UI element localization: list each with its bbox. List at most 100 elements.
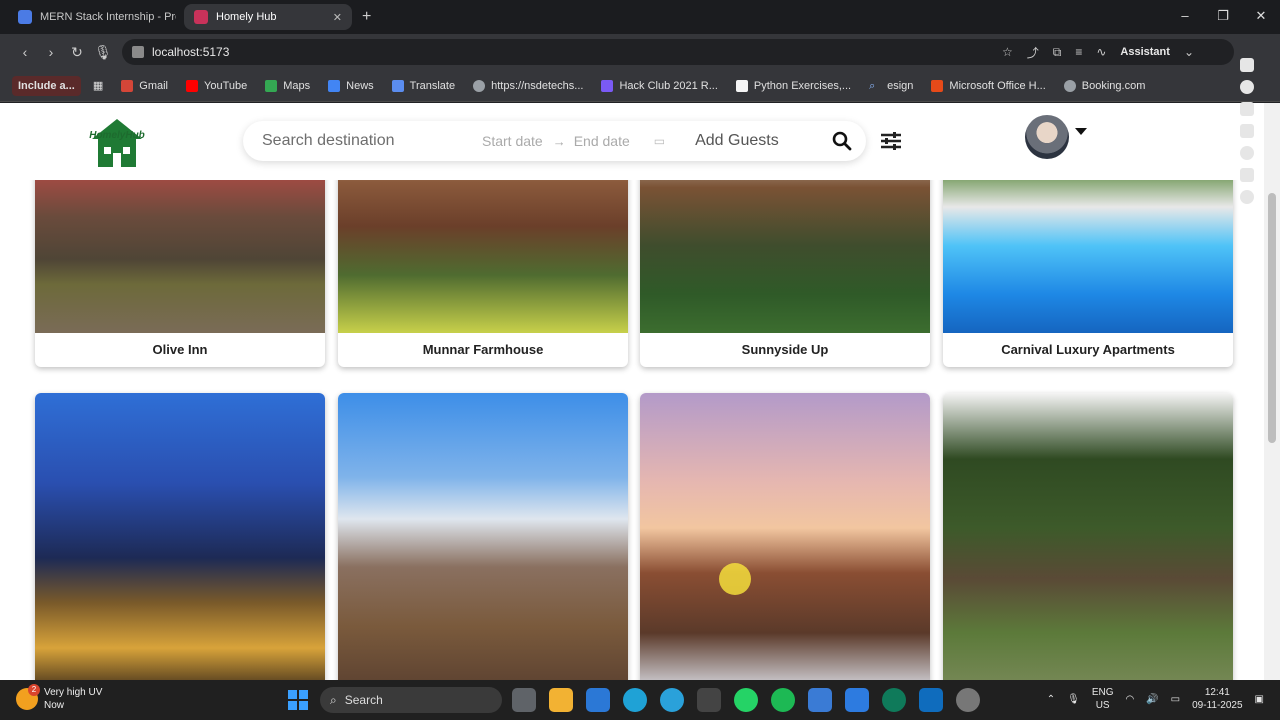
- tab-label: Homely Hub: [216, 11, 277, 23]
- microphone-icon[interactable]: 🎙: [1067, 694, 1080, 705]
- listing-card[interactable]: [35, 393, 325, 680]
- windows-start-icon[interactable]: [288, 690, 308, 710]
- share-icon[interactable]: ⤴: [1027, 44, 1039, 61]
- chevron-down-icon[interactable]: ⌄: [1184, 45, 1194, 59]
- destination-input[interactable]: Search destination: [262, 132, 482, 150]
- extensions-icon[interactable]: ⧉: [1053, 45, 1062, 60]
- notification-bell-icon[interactable]: ▣: [1255, 694, 1264, 705]
- spotify-icon[interactable]: [771, 688, 795, 712]
- listing-image: [640, 393, 930, 680]
- clock-date: 09-11-2025: [1192, 700, 1243, 711]
- bookmark-include[interactable]: Include a...: [12, 75, 81, 96]
- end-date-input[interactable]: End date: [574, 133, 630, 149]
- bookmark-microsoft-office[interactable]: Microsoft Office H...: [925, 79, 1051, 92]
- search-icon: ⌕: [330, 692, 337, 707]
- bookmark-label: YouTube: [204, 79, 248, 92]
- camera-icon[interactable]: [1240, 58, 1254, 72]
- maximize-icon[interactable]: ❐: [1204, 0, 1242, 34]
- bookmark-python-exercises[interactable]: Python Exercises,...: [730, 79, 857, 92]
- language-indicator[interactable]: ENG US: [1092, 686, 1114, 712]
- file-explorer-icon[interactable]: [549, 688, 573, 712]
- speaker-icon[interactable]: [1240, 124, 1254, 138]
- tuf-icon[interactable]: [697, 688, 721, 712]
- news-icon: [328, 79, 341, 92]
- chrome-canary-icon[interactable]: [808, 688, 832, 712]
- page-icon: [735, 79, 748, 92]
- bookmark-maps[interactable]: Maps: [259, 79, 316, 92]
- volume-icon[interactable]: 🔊: [1146, 694, 1158, 705]
- close-icon[interactable]: ✕: [333, 11, 342, 24]
- bookmarks-bar: Include a... ▦ Gmail YouTube Maps News T…: [0, 70, 1280, 102]
- minimize-icon[interactable]: –: [1166, 0, 1204, 34]
- microphone-icon[interactable]: 🎙: [90, 44, 116, 61]
- audio-wave-icon[interactable]: ∿: [1096, 45, 1106, 59]
- forward-icon[interactable]: ›: [38, 44, 64, 60]
- bookmark-label: Python Exercises,...: [753, 79, 852, 92]
- tab-homely-hub[interactable]: Homely Hub ✕: [184, 4, 352, 30]
- listing-title: Munnar Farmhouse: [422, 342, 544, 357]
- bookmark-esign[interactable]: ⌕ esign: [863, 80, 919, 92]
- bookmark-translate[interactable]: Translate: [386, 79, 461, 92]
- logo-text: HomelyHub: [89, 130, 145, 141]
- listing-card[interactable]: [640, 393, 930, 680]
- maps-pin-icon[interactable]: [882, 688, 906, 712]
- new-tab-plus-icon[interactable]: +: [362, 8, 371, 26]
- record-icon[interactable]: [1240, 80, 1254, 94]
- window-close-icon[interactable]: ✕: [1242, 0, 1280, 34]
- avatar[interactable]: [1025, 115, 1069, 159]
- homelyhub-logo[interactable]: HomelyHub: [86, 117, 148, 169]
- notepad-icon[interactable]: [845, 688, 869, 712]
- store-icon[interactable]: [586, 688, 610, 712]
- menu-lines-icon[interactable]: ≡: [1075, 45, 1082, 59]
- bookmark-label: Maps: [283, 79, 311, 92]
- microphone-icon[interactable]: [1240, 102, 1254, 116]
- bookmark-youtube[interactable]: YouTube: [180, 79, 253, 92]
- bookmark-label: News: [346, 79, 374, 92]
- bookmark-hackclub[interactable]: Hack Club 2021 R...: [595, 79, 723, 92]
- bookmark-star-icon[interactable]: ☆: [1002, 45, 1013, 59]
- bookmark-booking[interactable]: Booking.com: [1058, 79, 1152, 92]
- weather-widget[interactable]: 2 Very high UV Now: [16, 684, 103, 712]
- assistant-button[interactable]: Assistant: [1120, 46, 1170, 58]
- weather-title: Very high UV: [44, 687, 103, 698]
- listing-card[interactable]: [943, 393, 1233, 680]
- scrollbar-thumb[interactable]: [1268, 193, 1276, 443]
- apps-grid-icon[interactable]: ▦: [87, 79, 109, 92]
- webcam-icon[interactable]: [1240, 146, 1254, 160]
- whatsapp-icon[interactable]: [734, 688, 758, 712]
- chevron-up-icon[interactable]: ⌃: [1047, 694, 1055, 705]
- listing-card[interactable]: [338, 393, 628, 680]
- bookmark-news[interactable]: News: [322, 79, 380, 92]
- caret-down-icon[interactable]: [1075, 128, 1087, 135]
- edge-icon[interactable]: [623, 688, 647, 712]
- page-scrollbar[interactable]: [1264, 103, 1280, 680]
- clock[interactable]: 12:41 09-11-2025: [1192, 686, 1242, 712]
- wifi-icon[interactable]: ◠: [1125, 694, 1134, 705]
- taskbar-apps: [512, 688, 980, 712]
- back-icon[interactable]: ‹: [12, 44, 38, 60]
- settings-gear-icon[interactable]: [956, 688, 980, 712]
- recorder-side-toolbar: [1236, 58, 1258, 204]
- site-info-icon[interactable]: [132, 46, 144, 58]
- search-icon: ⌕: [869, 79, 876, 92]
- start-date-input[interactable]: Start date: [482, 133, 543, 149]
- tab-mern-internship[interactable]: MERN Stack Internship - Pres: [8, 4, 176, 30]
- app-header: HomelyHub Search destination Start date …: [0, 103, 1264, 180]
- gear-icon[interactable]: [1240, 190, 1254, 204]
- bookmark-nsdetechs[interactable]: https://nsdetechs...: [467, 79, 589, 92]
- search-icon[interactable]: [832, 131, 852, 151]
- window-icon[interactable]: [1240, 168, 1254, 182]
- calendar-icon[interactable]: ▭: [654, 134, 665, 148]
- task-view-icon[interactable]: [512, 688, 536, 712]
- address-bar[interactable]: localhost:5173 ☆ ⤴ ⧉ ≡ ∿ Assistant ⌄: [122, 39, 1234, 65]
- filter-sliders-icon[interactable]: [880, 131, 902, 151]
- telegram-icon[interactable]: [660, 688, 684, 712]
- bookmark-gmail[interactable]: Gmail: [115, 79, 174, 92]
- battery-icon[interactable]: ▭: [1171, 694, 1180, 705]
- taskbar-search[interactable]: ⌕ Search: [320, 687, 502, 713]
- listing-title: Carnival Luxury Apartments: [1001, 342, 1175, 357]
- add-guests-input[interactable]: Add Guests: [695, 132, 779, 150]
- reload-icon[interactable]: ↻: [64, 44, 90, 61]
- url-text: localhost:5173: [152, 45, 230, 59]
- vscode-icon[interactable]: [919, 688, 943, 712]
